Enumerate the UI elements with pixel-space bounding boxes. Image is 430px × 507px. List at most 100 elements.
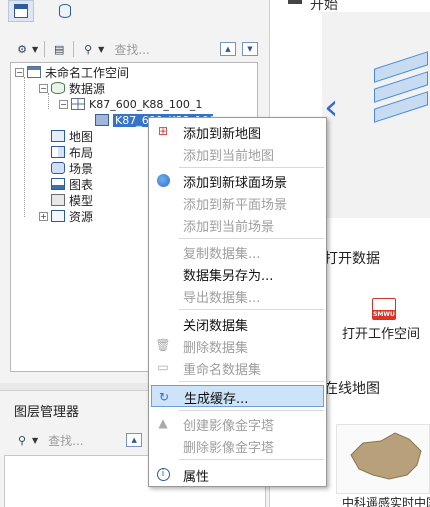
cache-icon: ↻ [158, 390, 170, 404]
expand-toggle[interactable]: + [39, 211, 48, 221]
collapse-toggle[interactable]: − [15, 67, 24, 77]
tree-node-datasources[interactable]: − 数据源 [39, 80, 105, 96]
tree-guide-line [24, 77, 25, 217]
chevron-down-icon[interactable]: ▼ [98, 45, 104, 54]
toolbar-divider [73, 41, 75, 57]
menu-separator [179, 167, 324, 168]
model-icon [51, 194, 65, 206]
datasource-group-icon [51, 82, 65, 94]
chevron-down-icon[interactable]: ▼ [32, 436, 38, 445]
menu-icon [288, 0, 302, 4]
menu-item-add-to-current-scene[interactable]: 添加到当前场景 [151, 213, 324, 235]
chart-icon [51, 178, 65, 190]
menu-item-generate-cache[interactable]: ↻ 生成缓存... [151, 385, 324, 407]
online-map-heading: 在线地图 [324, 381, 380, 397]
add-to-map-icon: ⊞ [157, 124, 169, 138]
database-icon [59, 4, 71, 18]
tree-node-maps[interactable]: 地图 [39, 128, 93, 144]
menu-item-label: 添加到当前场景 [183, 220, 275, 235]
menu-item-label: 添加到新球面场景 [183, 176, 288, 191]
document-icon[interactable]: ▤ [51, 41, 67, 57]
thumbnail-caption: 中科遥感实时中国 [342, 496, 430, 507]
menu-separator [179, 238, 324, 239]
tree-node-datasource[interactable]: − K87_600_K88_100_1 [59, 96, 202, 112]
menu-item-rename-dataset[interactable]: ▭ 重命名数据集 [151, 356, 324, 378]
menu-item-delete-dataset[interactable]: 🗑 删除数据集 [151, 334, 324, 356]
tree-node-label: 资源 [69, 209, 94, 224]
menu-item-copy-dataset[interactable]: 复制数据集... [151, 240, 324, 262]
menu-item-close-dataset[interactable]: 关闭数据集 [151, 312, 324, 334]
tree-node-label: 场景 [69, 161, 94, 176]
menu-item-label: 属性 [183, 470, 210, 485]
open-data-link[interactable]: 打开数据 [324, 248, 380, 268]
menu-item-add-to-new-flat-scene[interactable]: 添加到新平面场景 [151, 191, 324, 213]
search-icon[interactable]: ⚲ [14, 432, 30, 448]
menu-separator [179, 381, 324, 382]
dataset-context-menu: ⊞ 添加到新地图 添加到当前地图 添加到新球面场景 添加到新平面场景 添加到当前… [148, 117, 327, 487]
menu-item-label: 数据集另存为... [183, 269, 274, 284]
chevron-down-icon[interactable]: ▼ [32, 45, 38, 54]
open-workspace-link[interactable]: 打开工作空间 [342, 323, 420, 342]
tree-node-layouts[interactable]: 布局 [39, 144, 93, 160]
open-workspace-icon[interactable]: ⚙ [14, 41, 30, 57]
pyramid-icon: ▲ [158, 416, 168, 430]
map-icon [51, 130, 65, 142]
menu-item-export-dataset[interactable]: 导出数据集... [151, 284, 324, 306]
tree-node-label: 地图 [69, 129, 94, 144]
china-map-thumbnail[interactable] [336, 424, 430, 494]
menu-separator [179, 459, 324, 460]
menu-item-add-to-current-map[interactable]: 添加到当前地图 [151, 142, 324, 164]
image-dataset-icon [95, 114, 109, 126]
tree-node-label: 数据源 [69, 81, 106, 96]
menu-item-save-dataset-as[interactable]: 数据集另存为... [151, 262, 324, 284]
menu-item-label: 创建影像金字塔 [183, 419, 275, 434]
tree-node-workspace[interactable]: − 未命名工作空间 [15, 64, 129, 80]
tree-node-label: 未命名工作空间 [45, 65, 130, 80]
search-next-button[interactable]: ▼ [242, 42, 258, 56]
search-prev-button[interactable]: ▲ [220, 42, 236, 56]
menu-separator [179, 309, 324, 310]
menu-item-label: 删除影像金字塔 [183, 441, 275, 456]
menu-item-label: 生成缓存... [184, 392, 249, 407]
menu-item-label: 添加到新平面场景 [183, 198, 288, 213]
tree-node-resources[interactable]: + 资源 [39, 208, 93, 224]
tree-node-scenes[interactable]: 场景 [39, 160, 93, 176]
layer-stack-illustration [370, 50, 430, 140]
collapse-toggle[interactable]: − [39, 83, 48, 93]
file-type-badge: SMWU [373, 310, 395, 319]
raster-datasource-icon [71, 98, 85, 110]
menu-item-add-to-new-globe-scene[interactable]: 添加到新球面场景 [151, 169, 324, 191]
menu-item-label: 删除数据集 [183, 341, 249, 356]
menu-item-add-to-new-map[interactable]: ⊞ 添加到新地图 [151, 120, 324, 142]
workspace-icon [27, 66, 41, 78]
menu-item-label: 重命名数据集 [183, 363, 262, 378]
add-to-globe-icon [155, 172, 171, 188]
workspace-file-icon[interactable]: SMWU [372, 298, 396, 320]
tree-node-label: 布局 [69, 145, 94, 160]
menu-item-delete-image-pyramid[interactable]: 删除影像金字塔 [151, 434, 324, 456]
menu-item-label: 添加到当前地图 [183, 149, 275, 164]
workspace-tree-icon [14, 4, 28, 18]
trash-icon: 🗑 [155, 338, 171, 352]
resources-icon [51, 210, 65, 222]
tree-node-charts[interactable]: 图表 [39, 176, 93, 192]
tab-workspace-manager[interactable] [8, 0, 34, 22]
tab-data-store[interactable] [52, 0, 78, 22]
collapse-toggle[interactable]: − [59, 99, 68, 109]
tree-search-input[interactable]: 查找... [114, 41, 214, 58]
search-icon[interactable]: ⚲ [80, 41, 96, 57]
china-outline-shape [350, 432, 422, 480]
menu-item-label: 关闭数据集 [183, 319, 249, 334]
layer-search-input[interactable]: 查找... [48, 432, 120, 449]
tree-node-models[interactable]: 模型 [39, 192, 93, 208]
menu-item-create-image-pyramid[interactable]: ▲ 创建影像金字塔 [151, 412, 324, 434]
panel-title: 图层管理器 [14, 405, 80, 420]
menu-item-label: 导出数据集... [183, 291, 261, 306]
scene-icon [51, 162, 65, 174]
menu-item-properties[interactable]: i 属性 [151, 463, 324, 485]
rename-icon: ▭ [157, 360, 169, 374]
tree-node-label: K87_600_K88_100_1 [89, 97, 203, 111]
layout-icon [51, 146, 65, 158]
info-icon: i [155, 466, 171, 482]
search-prev-button[interactable]: ▲ [126, 433, 143, 447]
